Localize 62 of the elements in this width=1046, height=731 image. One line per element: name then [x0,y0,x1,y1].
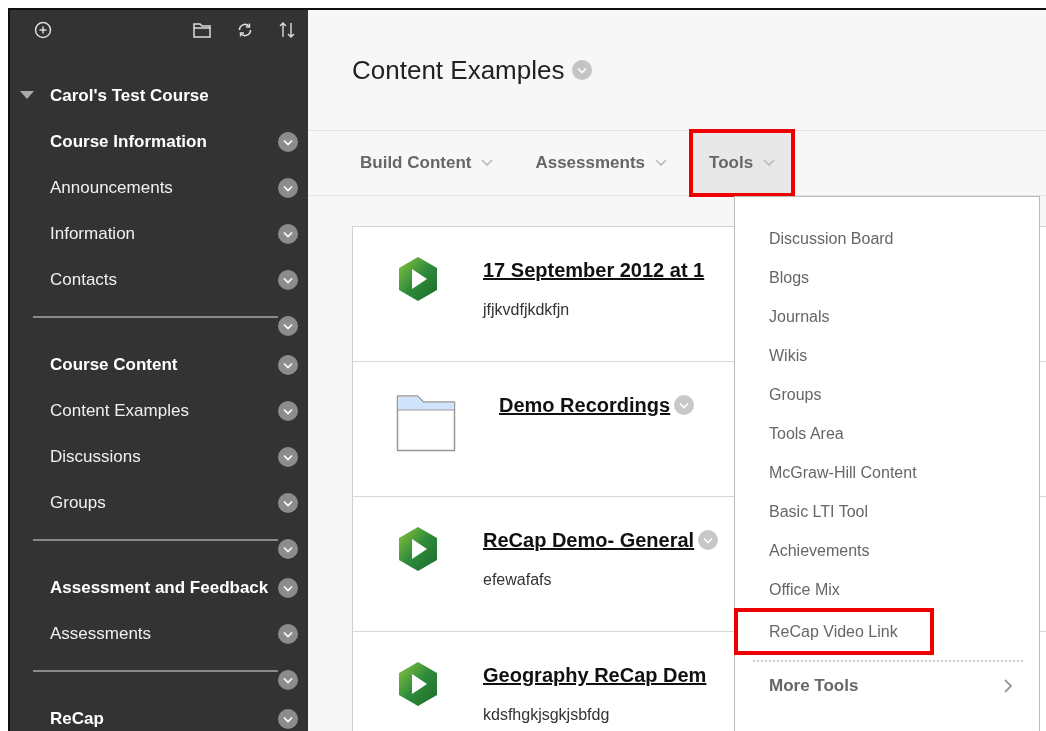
menu-item[interactable]: Office Mix [735,570,875,609]
sidebar-item[interactable]: Contacts [50,270,278,290]
add-icon[interactable] [34,21,52,39]
play-hexagon-icon [396,525,440,573]
menu-chevron-icon[interactable] [278,316,298,336]
menu-item[interactable]: Discussion Board [735,219,929,258]
item-description: kdsfhgkjsgkjsbfdg [483,706,611,724]
sidebar-item[interactable]: Announcements [50,178,278,198]
item-title-link[interactable]: Demo Recordings [499,390,671,420]
menu-chevron-icon[interactable] [278,447,298,467]
menu-chevron-icon[interactable] [278,178,298,198]
menu-chevron-icon[interactable] [278,709,298,729]
item-description: jfjkvdfjkdkfjn [483,301,571,319]
refresh-icon[interactable] [236,21,254,39]
action-bar-tab[interactable]: Tools [691,131,794,195]
sidebar-item[interactable]: Information [50,224,278,244]
chevron-right-icon [1003,678,1013,694]
menu-item[interactable]: ReCap Video Link [735,609,933,654]
menu-item[interactable]: McGraw-Hill Content [735,453,952,492]
menu-chevron-icon[interactable] [278,493,298,513]
menu-chevron-icon[interactable] [278,355,298,375]
caret-icon [655,159,668,167]
menu-chevron-icon[interactable] [278,670,298,690]
item-description: efewafafs [483,571,553,589]
menu-item[interactable]: Groups [735,375,857,414]
page-title: Content Examples [352,54,565,86]
menu-chevron-icon[interactable] [278,270,298,290]
item-title-link[interactable]: Geography ReCap Dem [483,660,707,690]
sidebar-heading[interactable]: Course Content [50,355,278,375]
menu-chevron-icon[interactable] [278,132,298,152]
menu-chevron-icon[interactable] [278,539,298,559]
sidebar-item[interactable]: Discussions [50,447,278,467]
menu-item[interactable]: Achievements [735,531,905,570]
menu-item[interactable]: Journals [735,297,865,336]
action-bar-tab[interactable]: Assessments [517,131,686,195]
item-title-link[interactable]: 17 September 2012 at 1 [483,255,705,285]
sidebar-item[interactable]: Assessments [50,624,278,644]
caret-icon [481,159,494,167]
menu-chevron-icon[interactable] [278,401,298,421]
submenu-item[interactable]: More Tools [735,662,1039,696]
menu-item[interactable]: Basic LTI Tool [735,492,903,531]
menu-chevron-icon[interactable] [278,624,298,644]
menu-item[interactable]: Tools Area [735,414,879,453]
collapse-triangle-icon[interactable] [20,91,34,101]
sidebar-heading[interactable]: Course Information [50,132,278,152]
course-title[interactable]: Carol's Test Course [50,86,209,106]
menu-item[interactable]: Blogs [735,258,845,297]
sidebar-item[interactable]: Groups [50,493,278,513]
sort-icon[interactable] [278,20,296,40]
menu-item[interactable]: Wikis [735,336,843,375]
sidebar-heading[interactable]: Assessment and Feedback [50,578,278,598]
play-hexagon-icon [396,255,440,303]
menu-chevron-icon[interactable] [278,578,298,598]
item-title-link[interactable]: ReCap Demo- General [483,525,695,555]
sidebar-item[interactable]: Content Examples [50,401,278,421]
action-bar-tab[interactable]: Build Content [342,131,512,195]
folder-icon[interactable] [192,21,212,39]
sidebar-heading[interactable]: ReCap [50,709,278,729]
caret-icon [763,159,776,167]
menu-chevron-icon[interactable] [278,224,298,244]
folder-icon [396,392,456,452]
play-hexagon-icon [396,660,440,708]
